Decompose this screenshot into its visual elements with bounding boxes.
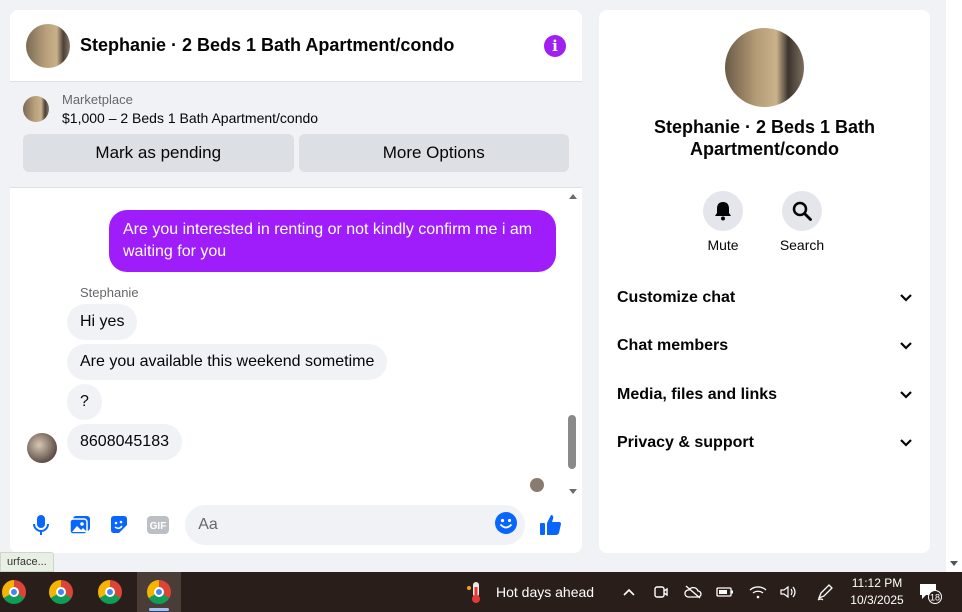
section-label: Chat members: [617, 337, 729, 354]
status-tooltip: urface...: [0, 552, 54, 572]
info-icon[interactable]: i: [544, 34, 566, 57]
gif-icon[interactable]: GIF: [138, 505, 177, 545]
marketplace-label: Marketplace: [62, 92, 133, 107]
outgoing-message[interactable]: Are you interested in renting or not kin…: [109, 210, 556, 272]
volume-icon[interactable]: [775, 572, 803, 612]
conversation-info-panel: Stephanie · 2 Beds 1 Bath Apartment/cond…: [599, 10, 930, 553]
section-customize-chat[interactable]: Customize chat: [617, 283, 913, 313]
incoming-message[interactable]: ?: [67, 384, 102, 420]
svg-text:18: 18: [930, 593, 940, 603]
section-label: Customize chat: [617, 289, 736, 306]
thumbs-up-icon[interactable]: [531, 505, 570, 545]
incoming-message[interactable]: Are you available this weekend sometime: [67, 344, 388, 380]
taskbar: Hot days ahead 11:12 PM 10/3/2025 18: [0, 572, 962, 612]
scroll-thumb[interactable]: [568, 415, 576, 469]
battery-icon[interactable]: [711, 572, 739, 612]
incoming-message[interactable]: Hi yes: [67, 304, 138, 340]
search-icon[interactable]: [782, 191, 822, 231]
pen-workspace-icon[interactable]: [811, 572, 839, 612]
chevron-down-icon: [900, 294, 912, 302]
incoming-message[interactable]: 8608045183: [67, 424, 182, 460]
bell-icon[interactable]: [703, 191, 743, 231]
sender-avatar[interactable]: [27, 433, 57, 463]
taskbar-chrome-1[interactable]: [0, 572, 36, 612]
page-scrollbar[interactable]: [946, 0, 962, 572]
mute-button[interactable]: Mute: [693, 191, 753, 253]
section-label: Media, files and links: [617, 386, 778, 403]
chevron-down-icon: [900, 391, 912, 399]
svg-text:GIF: GIF: [149, 521, 166, 532]
taskbar-clock[interactable]: 11:12 PM 10/3/2025: [842, 575, 912, 609]
meet-now-icon[interactable]: [647, 572, 675, 612]
message-input[interactable]: [198, 516, 496, 534]
chrome-icon: [147, 580, 171, 604]
listing-thumbnail[interactable]: [23, 96, 49, 122]
mute-label: Mute: [707, 237, 739, 253]
message-scrollbar[interactable]: [567, 194, 579, 494]
scroll-up-arrow[interactable]: [569, 194, 577, 199]
chat-title[interactable]: Stephanie · 2 Beds 1 Bath Apartment/cond…: [80, 35, 544, 56]
wifi-icon[interactable]: [744, 572, 772, 612]
emoji-icon[interactable]: [495, 511, 518, 539]
taskbar-chrome-4[interactable]: [137, 572, 181, 612]
chrome-icon: [49, 580, 73, 604]
composer: GIF: [10, 497, 582, 553]
chevron-down-icon: [900, 439, 912, 447]
section-privacy-support[interactable]: Privacy & support: [617, 428, 913, 458]
thermometer-icon: [467, 582, 480, 603]
section-media-files-links[interactable]: Media, files and links: [617, 380, 913, 410]
chevron-down-icon: [900, 342, 912, 350]
page-scroll-down-arrow[interactable]: [950, 561, 958, 566]
section-label: Privacy & support: [617, 434, 754, 451]
search-label: Search: [779, 237, 825, 253]
taskbar-chrome-3[interactable]: [88, 572, 132, 612]
chat-avatar[interactable]: [26, 23, 70, 68]
chrome-icon: [98, 580, 122, 604]
show-hidden-icons-chevron-icon[interactable]: [615, 572, 643, 612]
clock-time: 11:12 PM: [851, 576, 903, 590]
sticker-icon[interactable]: [100, 505, 139, 545]
message-input-box[interactable]: [185, 505, 526, 545]
more-options-button[interactable]: More Options: [298, 134, 569, 172]
seen-indicator-avatar: [530, 478, 544, 492]
scroll-down-arrow[interactable]: [569, 489, 577, 494]
sender-name: Stephanie: [80, 285, 139, 300]
onedrive-offline-icon[interactable]: [679, 572, 707, 612]
search-button[interactable]: Search: [772, 191, 832, 253]
chrome-icon: [2, 580, 26, 604]
weather-text: Hot days ahead: [496, 584, 595, 600]
mark-as-pending-button[interactable]: Mark as pending: [23, 134, 294, 172]
microphone-icon[interactable]: [22, 505, 61, 545]
profile-avatar[interactable]: [725, 28, 804, 107]
section-chat-members[interactable]: Chat members: [617, 331, 913, 361]
listing-title[interactable]: $1,000 – 2 Beds 1 Bath Apartment/condo: [62, 110, 318, 126]
marketplace-banner: Marketplace $1,000 – 2 Beds 1 Bath Apart…: [10, 82, 582, 188]
weather-widget[interactable]: Hot days ahead: [466, 572, 594, 612]
photo-icon[interactable]: [61, 505, 100, 545]
taskbar-chrome-2[interactable]: [39, 572, 83, 612]
chat-header: Stephanie · 2 Beds 1 Bath Apartment/cond…: [10, 10, 582, 82]
profile-title: Stephanie · 2 Beds 1 Bath Apartment/cond…: [653, 117, 876, 159]
message-list: Are you interested in renting or not kin…: [10, 188, 582, 498]
clock-date: 10/3/2025: [850, 593, 904, 607]
notification-center-icon[interactable]: 18: [918, 582, 942, 604]
chat-panel: Stephanie · 2 Beds 1 Bath Apartment/cond…: [10, 10, 582, 553]
